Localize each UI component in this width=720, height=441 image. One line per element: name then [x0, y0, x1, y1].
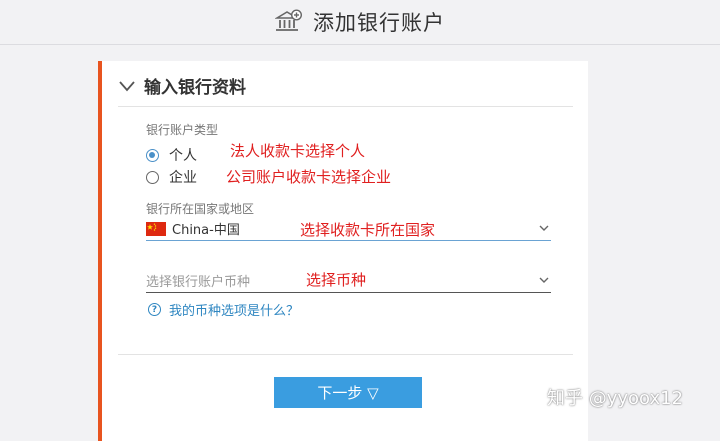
section-divider — [118, 106, 573, 107]
radio-company-label[interactable]: 企业 — [169, 167, 197, 187]
header-divider — [0, 44, 720, 45]
annotation-country: 选择收款卡所在国家 — [300, 221, 436, 239]
annotation-personal: 法人收款卡选择个人 — [230, 142, 366, 160]
chevron-down-icon[interactable] — [539, 225, 549, 232]
section-header[interactable]: 输入银行资料 — [118, 73, 246, 98]
page-header: 添加银行账户 — [0, 0, 720, 44]
radio-company-indicator[interactable] — [146, 170, 159, 184]
page-title: 添加银行账户 — [313, 11, 445, 35]
currency-help-link[interactable]: ? 我的币种选项是什么？ — [148, 300, 299, 319]
chevron-down-icon[interactable] — [539, 277, 549, 284]
bank-add-icon — [275, 9, 303, 31]
account-type-label: 银行账户类型 — [146, 123, 219, 137]
currency-placeholder: 选择银行账户币种 — [146, 275, 251, 290]
annotation-company: 公司账户收款卡选择企业 — [226, 168, 392, 186]
radio-personal[interactable]: 个人 — [146, 145, 197, 165]
currency-help-text[interactable]: 我的币种选项是什么？ — [169, 300, 299, 319]
radio-personal-indicator[interactable] — [146, 148, 159, 162]
bank-details-card: 输入银行资料 银行账户类型 个人 企业 法人收款卡选择个人 公司账户收款卡选择企… — [98, 61, 588, 441]
footer-divider — [118, 354, 573, 355]
next-step-button[interactable]: 下一步 ▽ — [274, 377, 422, 408]
radio-company[interactable]: 企业 — [146, 167, 197, 187]
question-circle-icon: ? — [148, 303, 161, 316]
country-value: China-中国 — [172, 223, 240, 238]
china-flag-icon — [146, 221, 166, 236]
annotation-currency: 选择币种 — [306, 271, 367, 289]
radio-personal-label[interactable]: 个人 — [169, 145, 197, 165]
country-label: 银行所在国家或地区 — [146, 202, 255, 216]
chevron-down-icon — [119, 80, 135, 91]
watermark: 知乎 @yyoox12 — [547, 388, 684, 409]
section-title: 输入银行资料 — [144, 78, 246, 98]
